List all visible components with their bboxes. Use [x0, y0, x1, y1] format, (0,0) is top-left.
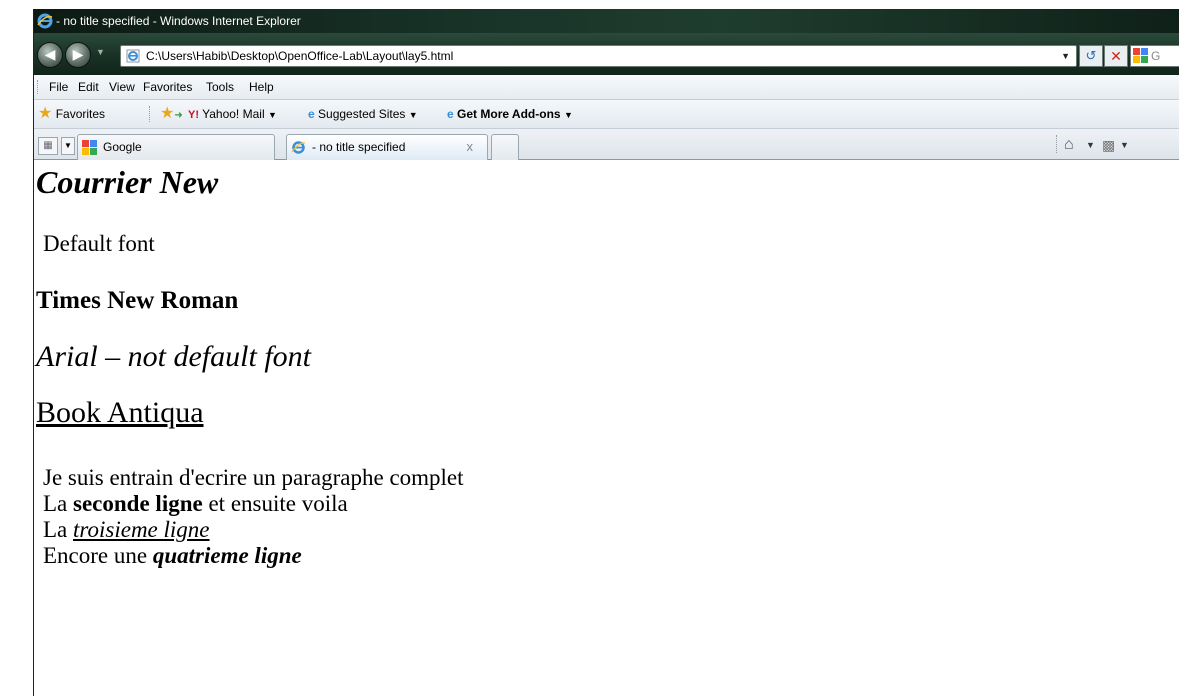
search-input[interactable]: G [1130, 45, 1179, 67]
heading-times-new-roman: Times New Roman [36, 287, 239, 314]
stop-button[interactable]: ✕ [1104, 45, 1128, 67]
menu-bar: File Edit View Favorites Tools Help [34, 75, 1179, 100]
chevron-down-icon: ▼ [408, 110, 418, 120]
paragraph: Je suis entrain d'ecrire un paragraphe c… [43, 465, 464, 569]
text: La [43, 517, 74, 542]
fav-get-addons[interactable]: e Get More Add-ons ▼ [447, 100, 573, 129]
forward-arrow-icon: ▶ [72, 46, 84, 62]
default-font-text: Default font [43, 231, 155, 256]
navigation-bar: ◀ ▶ ▼ C:\Users\Habib\Desktop\OpenOffice-… [34, 33, 1179, 75]
tab-google[interactable]: Google [77, 134, 275, 160]
toolbar-grip [37, 80, 40, 94]
favorites-label: Favorites [55, 107, 106, 121]
ie-page-icon: e [308, 107, 315, 121]
ie-page-icon: e [447, 107, 454, 121]
text: et ensuite voila [202, 491, 348, 516]
quick-tabs-button[interactable]: ▦ [38, 137, 58, 155]
browser-window: - no title specified - Windows Internet … [33, 9, 1179, 696]
favorites-button[interactable]: ★ Favorites [38, 100, 105, 128]
bold-italic-text: quatrieme ligne [152, 543, 302, 568]
add-favorite-icon[interactable]: ★➜ [160, 100, 183, 130]
fav-suggested-sites[interactable]: e Suggested Sites ▼ [308, 100, 418, 129]
fav-yahoo-mail[interactable]: Y! Yahoo! Mail ▼ [188, 100, 277, 129]
menu-file[interactable]: File [49, 75, 68, 99]
close-icon: ✕ [1110, 48, 1122, 64]
back-button[interactable]: ◀ [37, 42, 63, 68]
chevron-down-icon[interactable]: ▼ [1120, 135, 1129, 155]
chevron-down-icon: ▼ [267, 110, 277, 120]
window-title: - no title specified - Windows Internet … [56, 14, 301, 28]
arial-text: Arial – not default font [36, 340, 311, 373]
google-icon [1133, 48, 1148, 68]
text: Encore une [43, 543, 153, 568]
italic-underlined-text: troisieme ligne [73, 517, 210, 542]
paragraph-line-4: Encore une quatrieme ligne [43, 543, 464, 569]
search-placeholder: G [1151, 49, 1161, 63]
page-icon [126, 49, 140, 69]
fav-suggested-sites-label: Suggested Sites [318, 107, 406, 121]
tab-list-dropdown[interactable]: ▼ [61, 137, 75, 155]
chevron-down-icon: ▼ [64, 141, 72, 150]
fav-yahoo-mail-label: Yahoo! Mail [202, 107, 265, 121]
title-bar: - no title specified - Windows Internet … [34, 9, 1179, 33]
chevron-down-icon[interactable]: ▼ [1086, 135, 1095, 155]
tab-close-button[interactable]: x [467, 135, 474, 159]
chevron-down-icon: ▼ [563, 110, 573, 120]
new-tab-button[interactable] [491, 134, 519, 160]
favorites-bar: ★ Favorites ★➜ Y! Yahoo! Mail ▼ e Sugges… [34, 100, 1179, 129]
paragraph-line-2: La seconde ligne et ensuite voila [43, 491, 464, 517]
home-icon[interactable]: ⌂ [1064, 135, 1074, 155]
tab-label: - no title specified [312, 140, 406, 154]
text: La [43, 491, 74, 516]
star-icon: ★ [38, 105, 53, 122]
grid-icon: ▦ [43, 140, 53, 151]
address-dropdown-icon[interactable]: ▼ [1061, 46, 1070, 66]
menu-tools[interactable]: Tools [206, 75, 234, 99]
forward-button[interactable]: ▶ [65, 42, 91, 68]
separator [149, 106, 151, 122]
tab-active[interactable]: - no title specified x [286, 134, 488, 160]
address-bar[interactable]: C:\Users\Habib\Desktop\OpenOffice-Lab\La… [120, 45, 1077, 67]
bold-text: seconde ligne [73, 491, 203, 516]
back-arrow-icon: ◀ [44, 46, 56, 62]
separator [1056, 135, 1058, 153]
tab-label: Google [103, 140, 142, 154]
paragraph-line-1: Je suis entrain d'ecrire un paragraphe c… [43, 465, 464, 490]
refresh-button[interactable]: ↺ [1079, 45, 1103, 67]
yahoo-icon: Y! [188, 109, 199, 121]
feed-icon[interactable]: ▩ [1102, 135, 1115, 155]
tab-bar: ▦ ▼ Google - no title specified x ⌂ ▼ ▩ … [34, 129, 1179, 160]
page-content: Courrier New Default font Times New Roma… [34, 160, 1179, 696]
address-url: C:\Users\Habib\Desktop\OpenOffice-Lab\La… [146, 49, 454, 63]
paragraph-line-3: La troisieme ligne [43, 517, 464, 543]
menu-favorites[interactable]: Favorites [143, 75, 192, 99]
heading-courrier-new: Courrier New [36, 164, 219, 200]
book-antiqua-text: Book Antiqua [36, 396, 204, 429]
menu-help[interactable]: Help [249, 75, 274, 99]
menu-view[interactable]: View [109, 75, 135, 99]
menu-edit[interactable]: Edit [78, 75, 99, 99]
fav-get-addons-label: Get More Add-ons [457, 107, 561, 121]
recent-pages-dropdown[interactable]: ▼ [96, 47, 105, 57]
refresh-icon: ↺ [1085, 48, 1097, 63]
